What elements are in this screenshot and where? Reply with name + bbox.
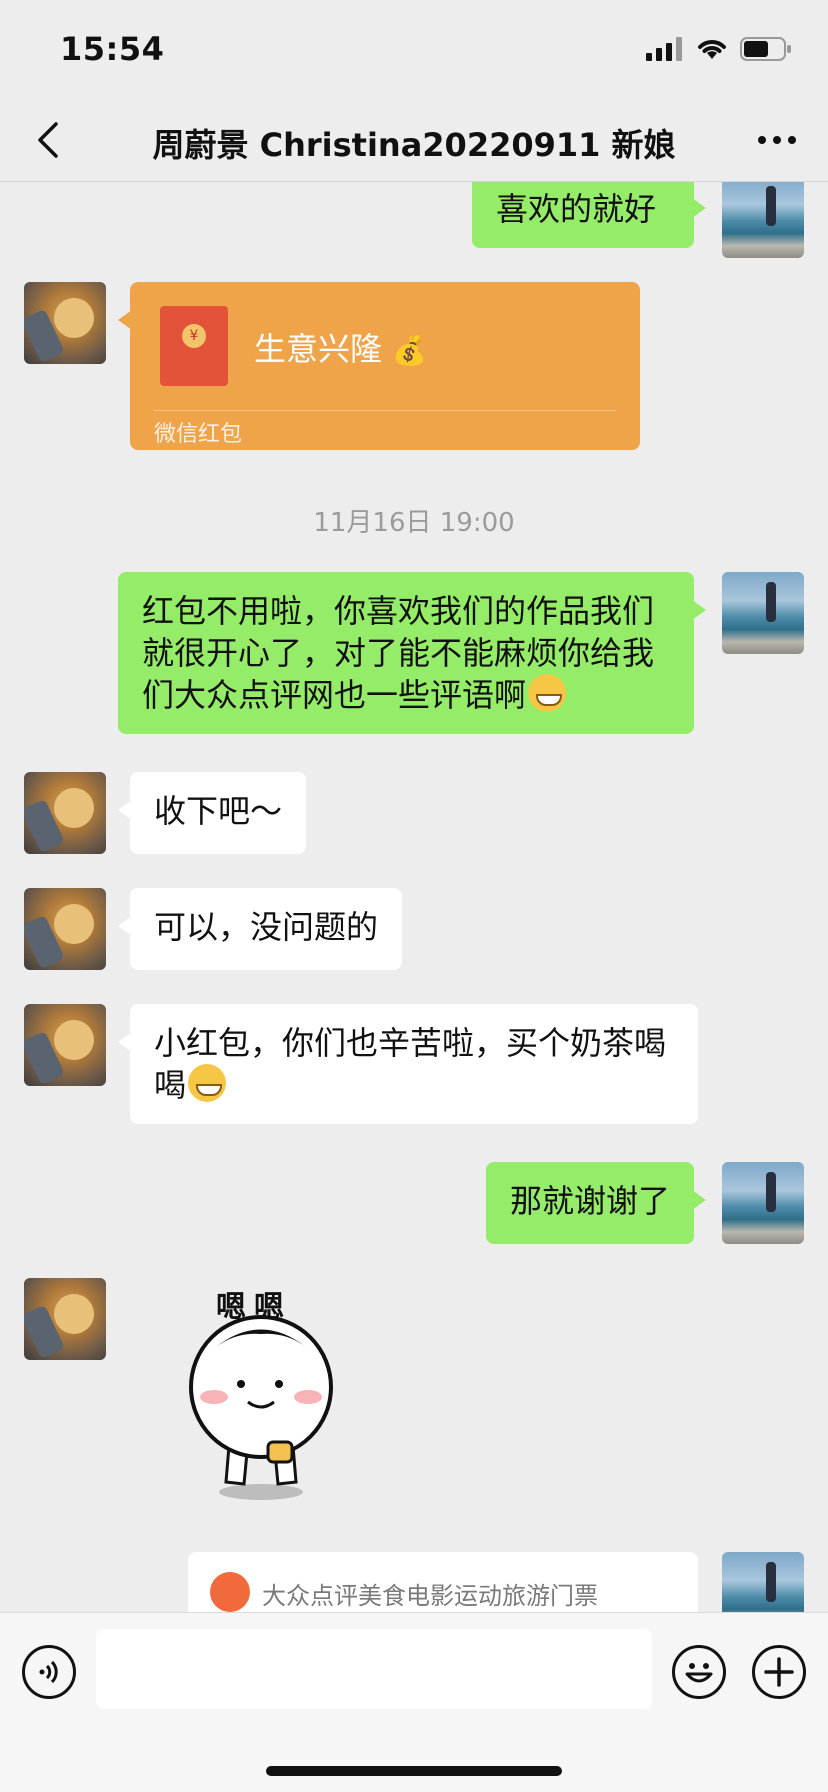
my-avatar[interactable] [722, 572, 804, 654]
message-text: 小红包，你们也辛苦啦，买个奶茶喝喝 [154, 1024, 667, 1104]
my-avatar[interactable] [722, 182, 804, 258]
wifi-icon [698, 40, 726, 59]
my-avatar[interactable] [722, 1552, 804, 1612]
message-bubble-received[interactable]: 收下吧～ [117, 772, 307, 854]
nav-bar: 周蔚景 Christina20220911 新娘 [0, 100, 828, 182]
message-text: 可以，没问题的 [154, 908, 379, 946]
message-bubble-sent[interactable]: 喜欢的就好 [472, 182, 706, 248]
message-bubble-sent[interactable]: 红包不用啦，你喜欢我们的作品我们就很开心了，对了能不能麻烦你给我们大众点评网也一… [118, 572, 706, 734]
plus-button[interactable] [752, 1645, 806, 1699]
red-packet-caption: 微信红包 [154, 422, 243, 447]
plus-icon [764, 1657, 794, 1687]
thinking-emoji-icon [528, 674, 567, 712]
message-text: 红包不用啦，你喜欢我们的作品我们就很开心了，对了能不能麻烦你给我们大众点评网也一… [142, 592, 655, 714]
red-packet-card[interactable]: 生意兴隆 💰 微信红包 [118, 282, 640, 450]
sticker-image[interactable]: 嗯嗯 [176, 1282, 346, 1502]
card-text: 大众点评美食电影运动旅游门票 [262, 1582, 598, 1610]
status-time: 15:54 [60, 30, 165, 68]
contact-avatar[interactable] [24, 282, 106, 364]
status-icons [646, 36, 792, 62]
mini-program-card[interactable]: 大众点评美食电影运动旅游门票 [188, 1552, 698, 1612]
dianping-logo-icon [210, 1572, 250, 1612]
voice-icon [39, 1660, 58, 1684]
contact-avatar[interactable] [24, 1278, 106, 1360]
back-button[interactable] [26, 118, 70, 162]
message-bubble-received[interactable]: 可以，没问题的 [117, 888, 403, 970]
my-avatar[interactable] [722, 1162, 804, 1244]
timestamp: 11月16日 19:00 [313, 508, 515, 538]
status-bar: 15:54 [0, 0, 828, 100]
message-bubble-sent[interactable]: 那就谢谢了 [485, 1162, 707, 1244]
signal-icon [646, 37, 682, 61]
input-bar [0, 1612, 828, 1792]
chevron-left-icon [38, 122, 58, 158]
home-indicator [266, 1766, 562, 1776]
emoji-button[interactable] [672, 1645, 726, 1699]
contact-avatar[interactable] [24, 772, 106, 854]
grin-emoji-icon [188, 1064, 227, 1102]
contact-avatar[interactable] [24, 888, 106, 970]
chat-area[interactable]: 喜欢的就好 生意兴隆 💰 微信红包 11月16日 19:00 红包不用啦，你喜欢… [0, 182, 828, 1612]
message-text: 喜欢的就好 [496, 190, 657, 228]
more-button[interactable] [752, 118, 802, 162]
message-input[interactable] [96, 1629, 652, 1709]
sticker-character [189, 1315, 333, 1500]
voice-button[interactable] [22, 1645, 76, 1699]
message-text: 那就谢谢了 [509, 1182, 670, 1220]
battery-icon [740, 37, 791, 61]
message-text: 收下吧～ [154, 792, 283, 830]
more-icon [758, 136, 796, 144]
contact-avatar[interactable] [24, 1004, 106, 1086]
message-bubble-received[interactable]: 小红包，你们也辛苦啦，买个奶茶喝喝 [118, 1004, 698, 1124]
red-packet-title: 生意兴隆 💰 [254, 330, 428, 368]
chat-title: 周蔚景 Christina20220911 新娘 [152, 126, 676, 164]
smiley-icon [685, 1663, 713, 1683]
red-packet-icon [160, 306, 228, 386]
